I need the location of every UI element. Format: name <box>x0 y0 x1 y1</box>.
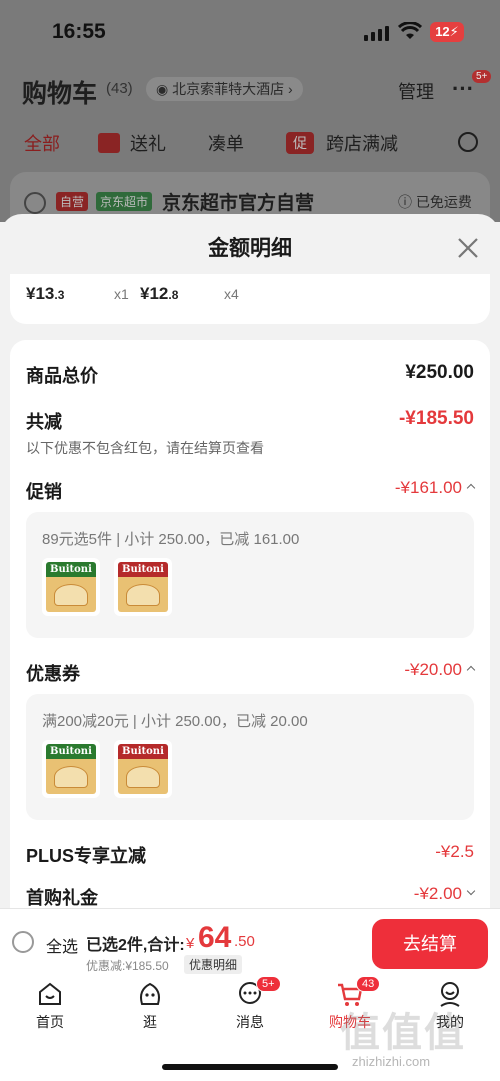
coupon-desc: 满200减20元 | 小计 250.00，已减 20.00 <box>42 713 308 730</box>
checkout-button[interactable]: 去结算 <box>372 919 488 969</box>
item-price: ¥13.3 <box>26 284 64 304</box>
item-price-int: ¥13 <box>26 284 55 303</box>
item-price-strip: ¥13.3 x1 ¥12.8 x4 <box>10 274 490 324</box>
tab-all[interactable]: 全部 <box>24 130 60 156</box>
promo-tag-icon: 促 <box>286 132 314 154</box>
tab-browse[interactable]: 逛 <box>110 980 190 1032</box>
gift-icon <box>98 133 120 153</box>
more-icon[interactable]: ··· <box>452 76 474 102</box>
thumb-brand: Buitoni <box>122 564 164 575</box>
coupon-detail-box: 满200减20元 | 小计 250.00，已减 20.00 Buitoni Bu… <box>26 694 474 820</box>
cart-tabs: 全部 送礼 凑单 促 跨店满减 <box>0 130 500 160</box>
tab-home[interactable]: 首页 <box>10 980 90 1032</box>
item-price-int: ¥12 <box>140 284 169 303</box>
total-price-label: 商品总价 <box>26 366 98 386</box>
total-reduce-label: 共减 <box>26 412 62 432</box>
plus-value: -¥2.5 <box>435 842 474 861</box>
product-thumbnail[interactable]: Buitoni <box>114 740 172 798</box>
self-operated-tag: 自营 <box>56 192 89 211</box>
battery-level: 12 <box>435 24 450 39</box>
signal-icon <box>364 26 389 41</box>
search-icon[interactable] <box>458 132 478 152</box>
coupon-label: 优惠券 <box>26 664 80 684</box>
tab-messages[interactable]: 5+ 消息 <box>210 976 290 1032</box>
cart-count: (43) <box>106 80 133 97</box>
chevron-down-icon <box>466 886 476 896</box>
home-indicator <box>162 1064 338 1070</box>
item-price: ¥12.8 <box>140 284 178 304</box>
tab-messages-label: 消息 <box>236 1014 264 1030</box>
promo-detail-box: 89元选5件 | 小计 250.00，已减 161.00 Buitoni Bui… <box>26 512 474 638</box>
battery-icon: 12⚡ <box>430 22 464 42</box>
product-thumbnail[interactable]: Buitoni <box>114 558 172 616</box>
product-thumbnail[interactable]: Buitoni <box>42 740 100 798</box>
total-currency: ¥ <box>186 935 195 952</box>
coupon-amount: -¥20.00 <box>404 660 462 679</box>
more-badge: 5+ <box>472 70 492 83</box>
item-qty: x1 <box>114 286 129 302</box>
selected-summary: 已选2件,合计: <box>86 937 185 954</box>
item-price-dec: .8 <box>168 288 179 302</box>
cart-page-background: 购物车 (43) ◉ 北京索菲特大酒店 › 管理 ··· 5+ 全部 送礼 凑单… <box>0 62 500 232</box>
location-pill[interactable]: ◉ 北京索菲特大酒店 › <box>146 77 303 101</box>
checkout-bar: 全选 已选2件,合计: ¥ 64 .50 优惠减:¥185.50 优惠明细 去结… <box>0 908 500 974</box>
plus-label: PLUS专享立减 <box>26 846 147 866</box>
total-decimal: .50 <box>234 933 255 950</box>
message-badge: 5+ <box>256 976 281 992</box>
watermark-logo: 值值值 <box>340 1011 466 1055</box>
coupon-value: -¥20.00 <box>404 660 476 680</box>
sheet-title: 金额明细 <box>208 237 292 260</box>
tab-bundle[interactable]: 凑单 <box>208 130 244 156</box>
item-qty: x4 <box>224 286 239 302</box>
discount-summary: 优惠减:¥185.50 <box>86 959 169 973</box>
discount-detail-button[interactable]: 优惠明细 <box>184 955 243 974</box>
tab-cross-store[interactable]: 跨店满减 <box>326 130 398 156</box>
select-all-radio[interactable] <box>12 931 34 953</box>
first-purchase-value: -¥2.00 <box>413 884 476 904</box>
cart-title: 购物车 <box>22 80 98 108</box>
status-time: 16:55 <box>52 20 106 43</box>
promo-value: -¥161.00 <box>394 478 476 498</box>
free-shipping-label: 已免运费 <box>415 194 472 210</box>
amount-detail-sheet: 金额明细 ¥13.3 x1 ¥12.8 x4 商品总价 ¥250.00 共减 -… <box>0 214 500 916</box>
market-tag: 京东超市 <box>96 192 153 211</box>
browse-icon <box>140 982 160 1005</box>
first-purchase-label: 首购礼金 <box>26 888 98 908</box>
promo-label: 促销 <box>26 482 62 502</box>
free-shipping-text: ⓘ 已免运费 <box>398 194 472 210</box>
cart-badge: 43 <box>356 976 381 992</box>
thumb-brand: Buitoni <box>50 746 92 757</box>
watermark-url: zhizhizhi.com <box>352 1054 431 1069</box>
amount-breakdown-card: 商品总价 ¥250.00 共减 -¥185.50 以下优惠不包含红包，请在结算页… <box>10 340 490 916</box>
home-icon <box>39 982 61 1005</box>
item-price-dec: .3 <box>54 288 65 302</box>
tab-gift[interactable]: 送礼 <box>130 130 166 156</box>
promo-amount: -¥161.00 <box>394 478 462 497</box>
store-checkbox[interactable] <box>24 192 46 214</box>
chevron-up-icon <box>466 483 476 493</box>
total-price-value: ¥250.00 <box>405 362 474 383</box>
wifi-icon <box>398 22 422 39</box>
total-reduce-value: -¥185.50 <box>398 408 474 429</box>
manage-button[interactable]: 管理 <box>398 78 434 104</box>
thumb-brand: Buitoni <box>50 564 92 575</box>
close-icon[interactable] <box>456 236 480 260</box>
total-amount: 64 <box>198 921 232 954</box>
status-bar: 16:55 12⚡ <box>0 0 500 62</box>
promo-desc: 89元选5件 | 小计 250.00，已减 161.00 <box>42 531 300 548</box>
product-thumbnail[interactable]: Buitoni <box>42 558 100 616</box>
store-name[interactable]: 京东超市官方自营 <box>162 188 314 215</box>
first-purchase-amount: -¥2.00 <box>413 884 462 903</box>
chevron-up-icon <box>466 665 476 675</box>
select-all-label[interactable]: 全选 <box>46 933 78 957</box>
thumb-brand: Buitoni <box>122 746 164 757</box>
tab-browse-label: 逛 <box>143 1014 157 1030</box>
tab-home-label: 首页 <box>36 1014 64 1030</box>
reduce-note: 以下优惠不包含红包，请在结算页查看 <box>26 440 264 456</box>
location-text: 北京索菲特大酒店 <box>172 81 285 97</box>
